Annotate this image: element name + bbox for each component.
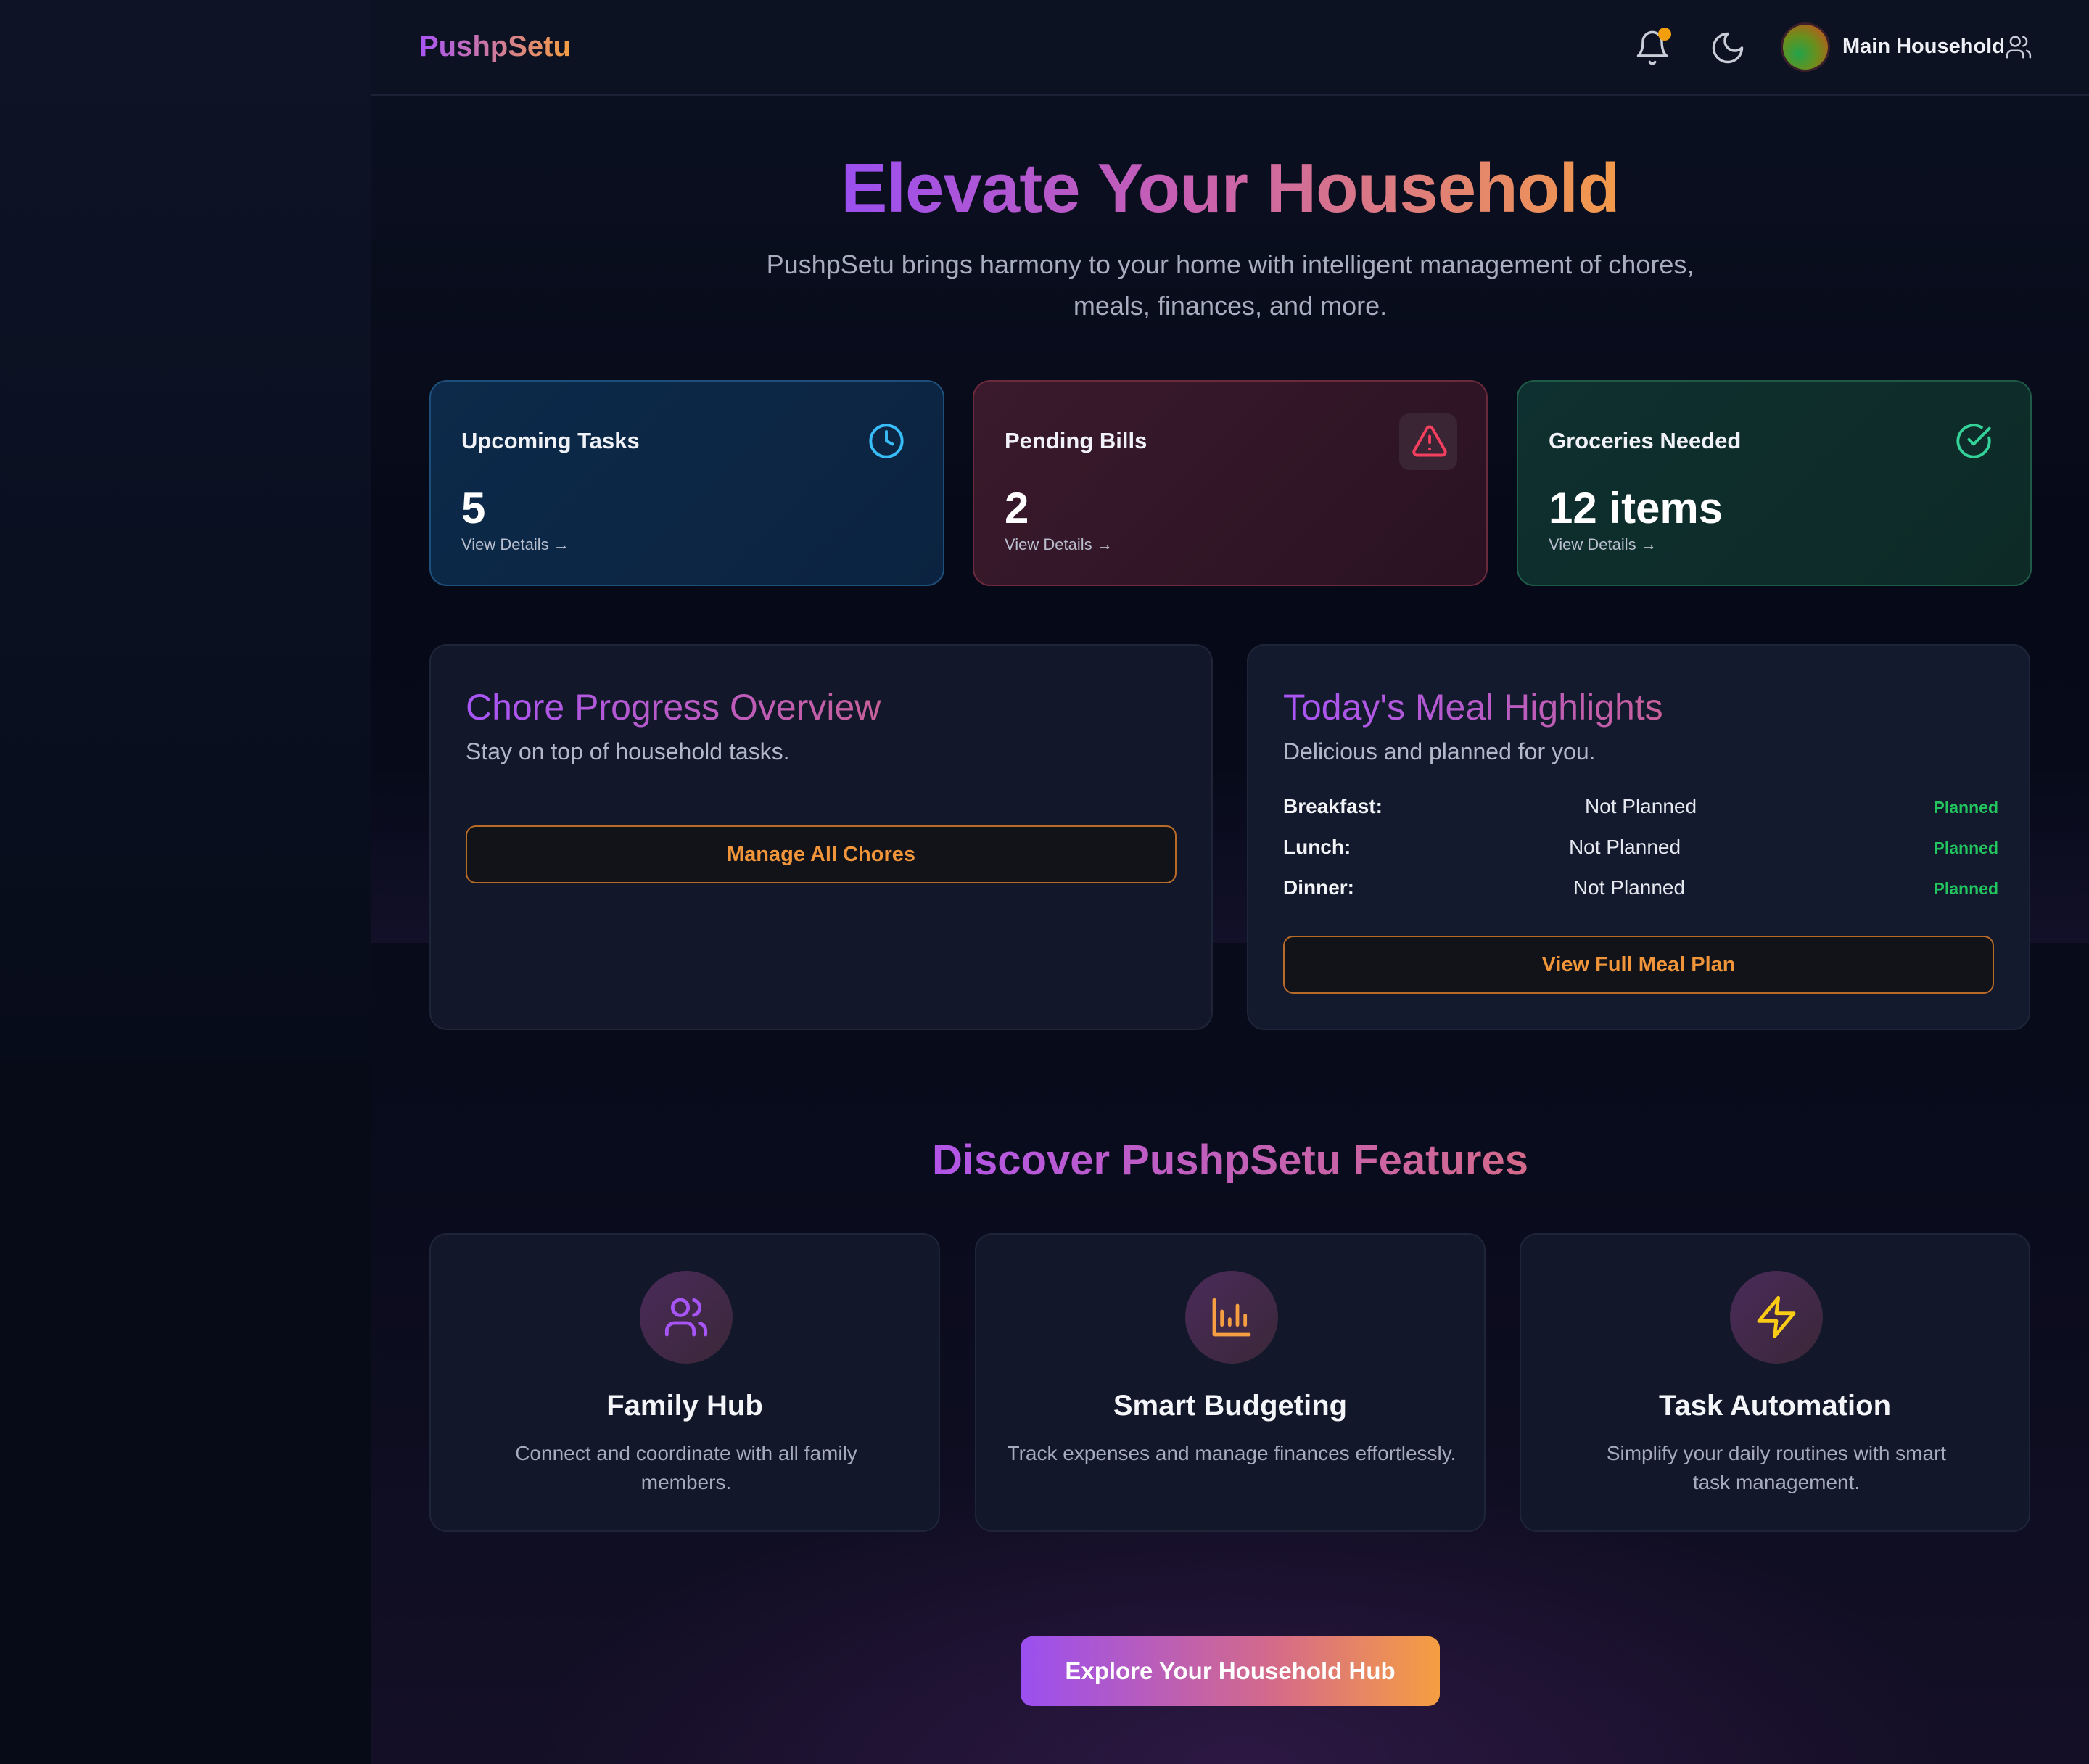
explore-household-hub-button[interactable]: Explore Your Household Hub xyxy=(1021,1636,1440,1706)
feature-card-task-automation[interactable]: Task Automation Simplify your daily rout… xyxy=(1520,1233,2030,1532)
features-title: Discover PushpSetu Features xyxy=(932,1137,1528,1184)
chore-progress-panel: Chore Progress Overview Stay on top of h… xyxy=(429,644,1213,1030)
stat-title: Upcoming Tasks xyxy=(461,428,640,453)
feature-description: Simplify your daily routines with smart … xyxy=(1606,1442,1947,1493)
moon-icon[interactable] xyxy=(1709,29,1747,67)
avatar[interactable] xyxy=(1783,25,1828,70)
household-switcher[interactable]: Main Household xyxy=(1842,35,2005,59)
check-circle-icon xyxy=(1956,424,1991,458)
clock-icon xyxy=(869,424,904,458)
stat-value: 5 xyxy=(461,484,486,532)
status-badge: Planned xyxy=(1933,879,1998,898)
view-full-meal-plan-button[interactable]: View Full Meal Plan xyxy=(1283,936,1994,994)
stat-card-pending-bills[interactable]: Pending Bills 2 View Details → xyxy=(973,380,1488,586)
hero-subtitle: PushpSetu brings harmony to your home wi… xyxy=(766,250,1694,321)
feature-icon-badge xyxy=(1185,1271,1278,1364)
bar-chart-icon xyxy=(1212,1298,1251,1337)
feature-description: Connect and coordinate with all family m… xyxy=(515,1442,857,1493)
panel-subtitle: Stay on top of household tasks. xyxy=(466,738,790,764)
meal-value: Not Planned xyxy=(1584,795,1697,817)
lightning-icon xyxy=(1757,1295,1796,1339)
view-details-link[interactable]: View Details → xyxy=(1549,535,1657,554)
panel-subtitle: Delicious and planned for you. xyxy=(1283,738,1596,764)
stat-title: Groceries Needed xyxy=(1549,428,1742,453)
meal-highlights-panel: Today's Meal Highlights Delicious and pl… xyxy=(1247,644,2030,1030)
feature-card-smart-budgeting[interactable]: Smart Budgeting Track expenses and manag… xyxy=(975,1233,1486,1532)
feature-card-family-hub[interactable]: Family Hub Connect and coordinate with a… xyxy=(429,1233,940,1532)
feature-name: Smart Budgeting xyxy=(1113,1390,1348,1422)
feature-name: Task Automation xyxy=(1658,1390,1892,1422)
view-details-link[interactable]: View Details → xyxy=(1005,535,1113,554)
panel-title: Chore Progress Overview xyxy=(466,687,881,728)
app-logo[interactable]: PushpSetu xyxy=(419,30,571,63)
stat-card-groceries-needed[interactable]: Groceries Needed 12 items View Details → xyxy=(1517,380,2032,586)
status-badge: Planned xyxy=(1933,838,1998,857)
users-icon xyxy=(664,1298,708,1337)
meal-row-lunch: Lunch: Not Planned Planned xyxy=(1283,836,1998,865)
top-header: PushpSetu Main Household xyxy=(371,0,2089,96)
meal-row-breakfast: Breakfast: Not Planned Planned xyxy=(1283,795,1998,824)
feature-name: Family Hub xyxy=(606,1390,763,1422)
stat-card-upcoming-tasks[interactable]: Upcoming Tasks 5 View Details → xyxy=(429,380,944,586)
feature-icon-badge xyxy=(1730,1271,1823,1364)
alert-triangle-icon xyxy=(1412,425,1447,457)
feature-description: Track expenses and manage finances effor… xyxy=(1007,1442,1456,1464)
stat-title: Pending Bills xyxy=(1005,428,1147,453)
stat-value: 2 xyxy=(1005,484,1029,532)
sidebar-background xyxy=(0,0,371,1060)
notification-dot xyxy=(1658,28,1671,41)
stat-value: 12 items xyxy=(1549,484,1723,532)
hero-title: Elevate Your Household xyxy=(841,149,1620,227)
panel-title: Today's Meal Highlights xyxy=(1283,687,1663,728)
feature-icon-badge xyxy=(640,1271,733,1364)
meal-value: Not Planned xyxy=(1568,836,1681,858)
view-details-link[interactable]: View Details → xyxy=(461,535,569,554)
manage-all-chores-button[interactable]: Manage All Chores xyxy=(466,825,1177,883)
meal-row-dinner: Dinner: Not Planned Planned xyxy=(1283,876,1998,905)
meal-value: Not Planned xyxy=(1573,876,1686,899)
users-icon[interactable] xyxy=(2005,33,2032,61)
status-badge: Planned xyxy=(1933,798,1998,817)
